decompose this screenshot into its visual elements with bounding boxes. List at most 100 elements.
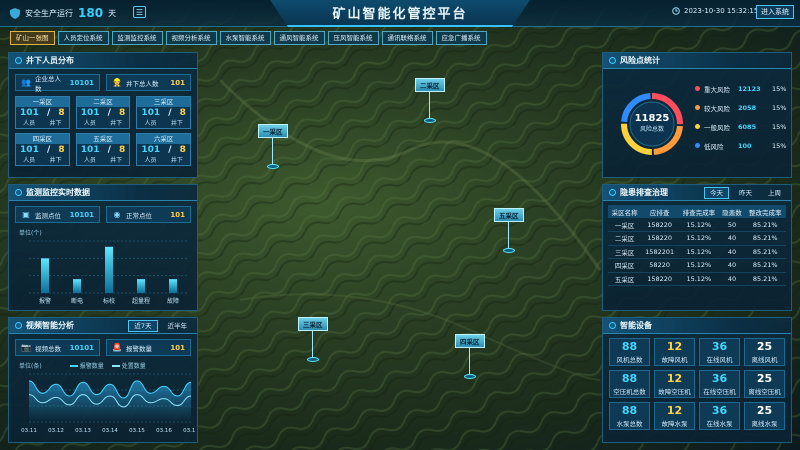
risk-value: 2058 — [738, 103, 757, 112]
hazard-range-tabs: 今天 昨天 上周 — [704, 187, 787, 199]
panel-dot-icon — [15, 57, 22, 64]
tab-last-week[interactable]: 上周 — [762, 187, 787, 199]
page-title: 矿山智能化管控平台 — [332, 7, 468, 22]
cell: 1582201 — [641, 245, 679, 259]
bar-标校 — [105, 246, 113, 293]
table-row[interactable]: 三采区 1582201 15.12% 40 85.21% — [608, 245, 786, 259]
alarm-icon: 🚨 — [112, 342, 122, 352]
monitor-stats: ▣ 监测点位 10101 ◉ 正常点位 101 — [9, 201, 197, 228]
tab-yesterday[interactable]: 昨天 — [733, 187, 758, 199]
x-tick-label: 03.17 — [183, 428, 195, 434]
map-marker-zone-4[interactable]: 四采区 — [455, 334, 485, 379]
device-card[interactable]: 12 故障空压机 — [654, 370, 695, 398]
devices-panel: 智能设备 88 风机总数 12 故障风机 36 在线风机 25 离线风机 88 空压机总数… — [602, 317, 792, 443]
device-card[interactable]: 12 故障水泵 — [654, 402, 695, 430]
marker-ring-icon — [306, 357, 319, 362]
cell: 三采区 — [608, 245, 642, 259]
personnel-stats: 👥 企业总人数 10101 👷 井下总人数 101 — [9, 69, 197, 96]
zone-card[interactable]: 六采区 101/8 人员 井下 — [136, 133, 191, 166]
tab-personnel[interactable]: 人员定位系统 — [57, 31, 109, 45]
cell: 一采区 — [608, 218, 642, 232]
map-marker-zone-3[interactable]: 三采区 — [298, 317, 328, 362]
tab-ventilation[interactable]: 通风智能系统 — [273, 31, 325, 45]
zone-card[interactable]: 二采区 101/8 人员 井下 — [75, 96, 131, 129]
table-row[interactable]: 二采区 158220 15.12% 40 85.21% — [608, 231, 786, 246]
cell: 158220 — [641, 218, 679, 232]
device-label: 空压机总数 — [613, 388, 646, 396]
tab-compressed-air[interactable]: 压风智能系统 — [327, 31, 379, 45]
monitor-points-stat: ▣ 监测点位 10101 — [15, 206, 100, 223]
x-tick-label: 标校 — [103, 297, 115, 305]
menu-icon[interactable]: ☰ — [133, 6, 146, 18]
video-unit-label: 单位(条) — [19, 363, 42, 370]
monitor-bar-chart: 报警 断电 标校 超量程 故障 — [29, 240, 189, 305]
nav-tabs: 矿山一张图 人员定位系统 监测监控系统 视频分析系统 水泵智能系统 通风智能系统… — [10, 31, 487, 45]
table-row[interactable]: 四采区 58220 15.12% 40 85.21% — [608, 258, 786, 273]
device-value: 88 — [621, 372, 638, 385]
device-value: 36 — [711, 340, 728, 353]
zone-people: 101 — [20, 108, 39, 118]
zone-card[interactable]: 四采区 101/8 人员 井下 — [15, 133, 70, 166]
risk-row-low: 低风险 100 15% — [695, 136, 787, 155]
zone-label-a: 人员 — [23, 120, 36, 127]
device-label: 水泵总数 — [616, 420, 643, 428]
tab-last-7-days[interactable]: 近7天 — [128, 320, 158, 332]
sensor-icon: ▣ — [22, 209, 30, 219]
monitor-panel: 监测监控实时数据 ▣ 监测点位 10101 ◉ 正常点位 101 单位(个) 报… — [8, 184, 198, 311]
risk-legend: 重大风险 12123 15% 较大风险 2058 15% 一般风险 6085 15% 低风险… — [695, 79, 787, 155]
x-tick-label: 超量程 — [132, 297, 150, 305]
tab-today[interactable]: 今天 — [704, 187, 729, 199]
device-card[interactable]: 12 故障风机 — [654, 338, 695, 366]
tab-pump[interactable]: 水泵智能系统 — [219, 31, 271, 45]
zone-label-a: 人员 — [23, 157, 36, 164]
marker-ring-icon — [266, 164, 279, 169]
marker-ring-icon — [463, 374, 476, 379]
map-marker-zone-5[interactable]: 五采区 — [494, 208, 524, 253]
cell: 158220 — [641, 231, 679, 246]
device-card[interactable]: 88 空压机总数 — [609, 370, 650, 398]
tab-last-half-year[interactable]: 近半年 — [162, 320, 194, 332]
normal-points-stat: ◉ 正常点位 101 — [106, 206, 191, 223]
safety-days-unit: 天 — [108, 8, 117, 18]
video-total-value: 10101 — [69, 343, 94, 352]
device-card[interactable]: 25 离线水泵 — [744, 402, 785, 430]
device-card[interactable]: 88 风机总数 — [609, 338, 650, 366]
zone-card[interactable]: 三采区 101/8 人员 井下 — [136, 96, 191, 129]
zone-label-b: 井下 — [170, 120, 183, 127]
risk-row-general: 一般风险 6085 15% — [695, 117, 787, 136]
marker-stem — [508, 222, 510, 248]
normal-points-value: 101 — [170, 210, 185, 219]
tab-communication[interactable]: 通讯联络系统 — [381, 31, 433, 45]
zone-label-a: 人员 — [83, 157, 96, 164]
device-card[interactable]: 25 离线风机 — [744, 338, 785, 366]
x-tick-label: 03.16 — [156, 428, 172, 434]
enter-system-button[interactable]: 进入系统 — [756, 5, 794, 19]
zone-name: 二采区 — [76, 97, 130, 107]
zone-card[interactable]: 一采区 101/8 人员 井下 — [15, 96, 70, 129]
map-marker-zone-1[interactable]: 一采区 — [258, 124, 288, 169]
risk-label: 低风险 — [704, 142, 724, 151]
tab-video[interactable]: 视频分析系统 — [165, 31, 217, 45]
device-card[interactable]: 36 在线水泵 — [699, 402, 740, 430]
underground-total-stat: 👷 井下总人数 101 — [106, 74, 191, 91]
map-marker-zone-2[interactable]: 二采区 — [415, 78, 445, 123]
tab-monitoring[interactable]: 监测监控系统 — [111, 31, 163, 45]
zone-people: 101 — [141, 145, 161, 155]
device-card[interactable]: 36 在线风机 — [699, 338, 740, 366]
table-row[interactable]: 五采区 158220 15.12% 40 85.21% — [608, 272, 786, 286]
zone-card[interactable]: 五采区 101/8 人员 井下 — [75, 133, 131, 166]
marker-stem — [312, 331, 314, 357]
x-tick-label: 03.14 — [102, 428, 118, 434]
device-card[interactable]: 88 水泵总数 — [609, 402, 650, 430]
device-card[interactable]: 25 离线空压机 — [744, 370, 785, 398]
device-card[interactable]: 36 在线空压机 — [699, 370, 740, 398]
legend-handled-label: 处置数量 — [121, 363, 146, 370]
company-total-value: 10101 — [69, 78, 94, 87]
tab-mine-map[interactable]: 矿山一张图 — [10, 31, 55, 45]
device-label: 在线空压机 — [703, 388, 736, 396]
tab-broadcast[interactable]: 应急广播系统 — [435, 31, 487, 45]
x-tick-label: 03.12 — [48, 428, 64, 434]
safety-label: 安全生产运行 — [25, 8, 73, 18]
zone-label-a: 人员 — [144, 157, 157, 164]
table-row[interactable]: 一采区 158220 15.12% 50 85.21% — [608, 218, 786, 232]
